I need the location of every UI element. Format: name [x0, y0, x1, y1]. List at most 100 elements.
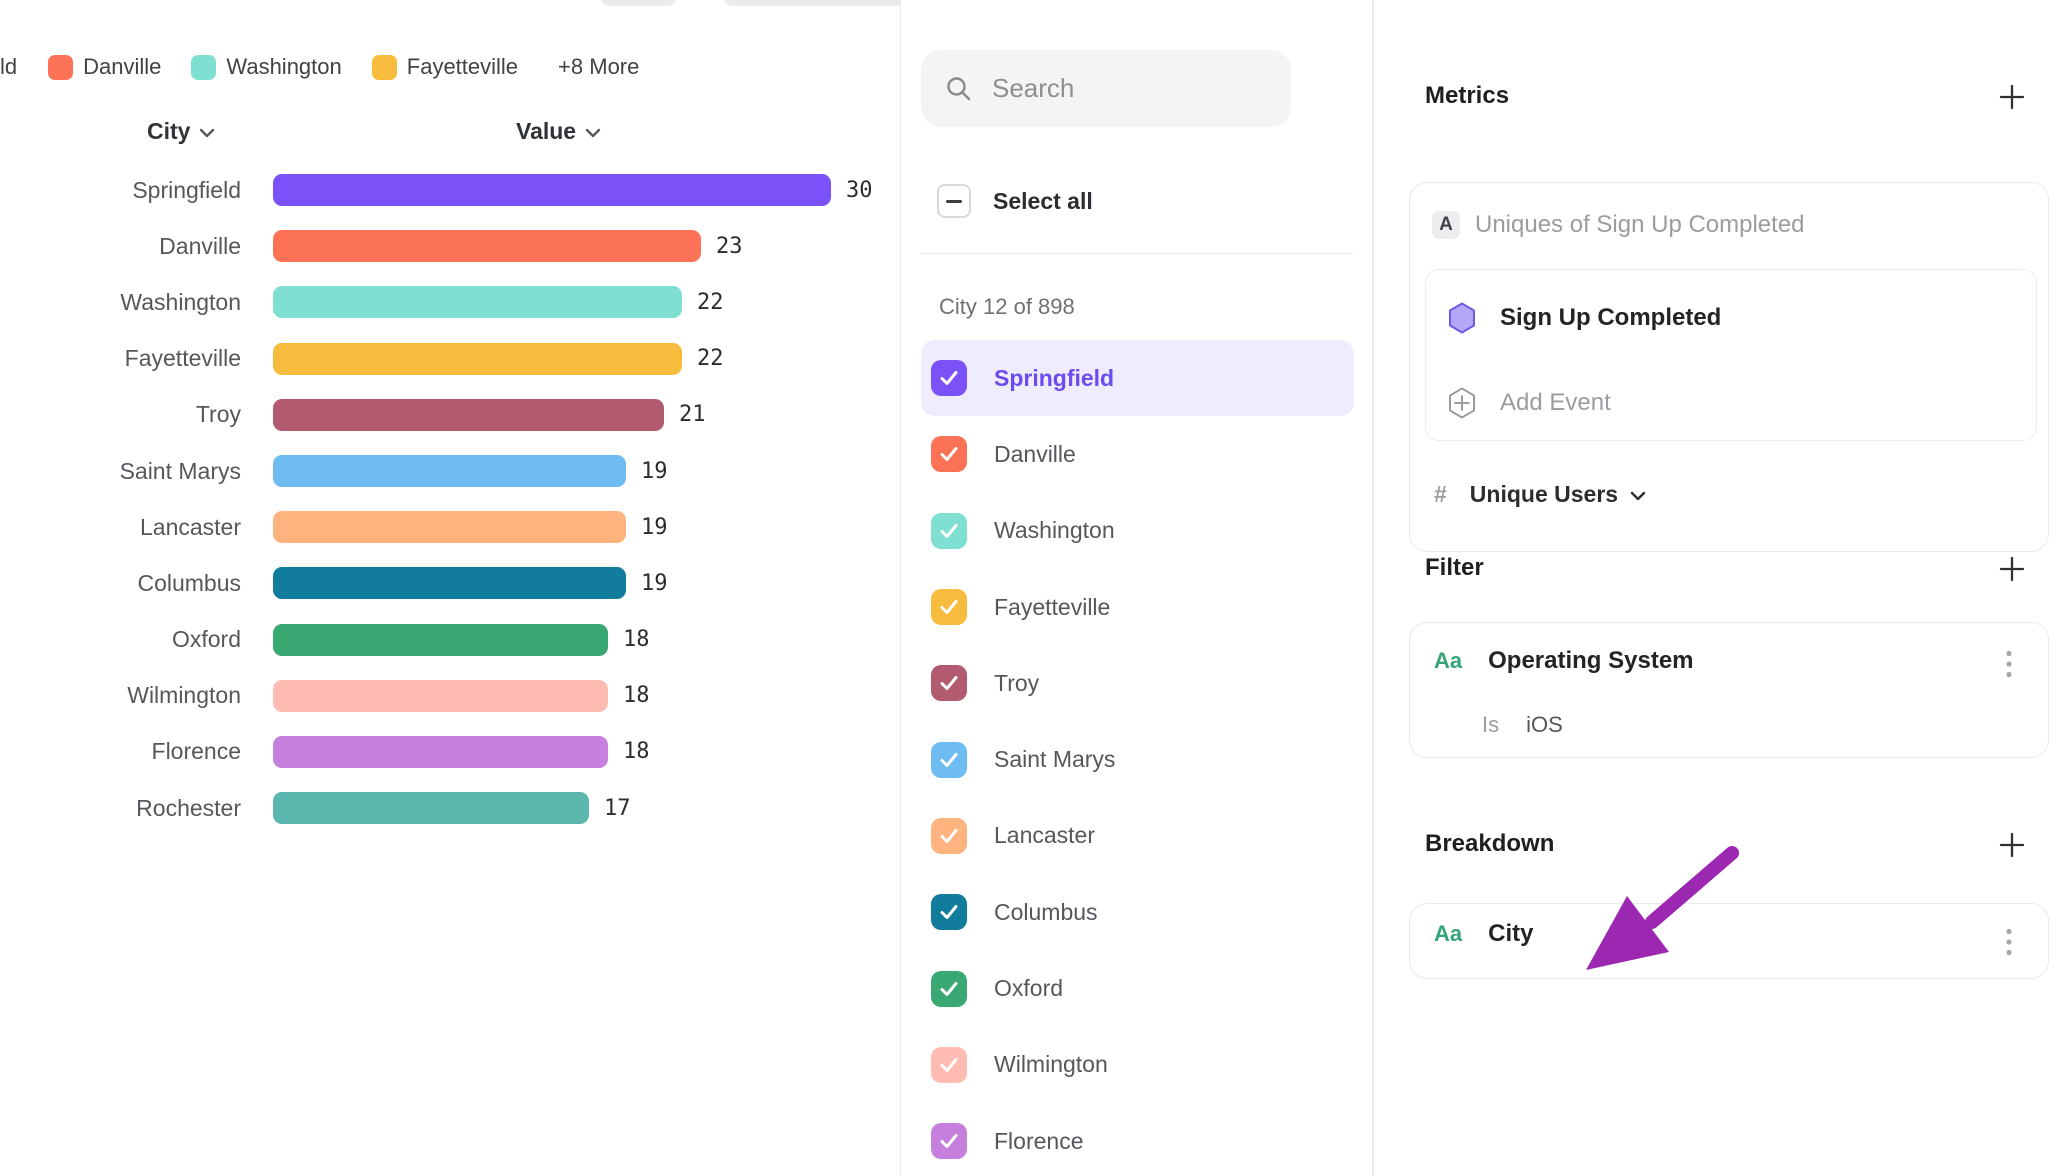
chart-bar[interactable] — [273, 230, 701, 262]
kebab-icon — [2005, 927, 2013, 957]
breakdown-property-name: City — [1488, 920, 1533, 948]
event-name: Sign Up Completed — [1500, 304, 1721, 332]
breakdown-property-row[interactable]: Aa City — [1434, 920, 1533, 948]
list-item[interactable]: Columbus — [921, 874, 1354, 950]
column-header-city[interactable]: City — [147, 118, 215, 145]
search-input[interactable] — [992, 73, 1252, 104]
checked-checkbox[interactable] — [931, 1123, 967, 1159]
checked-checkbox[interactable] — [931, 1047, 967, 1083]
chart-bar-value: 22 — [697, 290, 724, 315]
filter-clause[interactable]: Is iOS — [1482, 712, 1563, 738]
add-breakdown-button[interactable] — [1996, 829, 2028, 861]
chart-row: Fayetteville 22 — [0, 331, 900, 387]
metric-summary-text: Uniques of Sign Up Completed — [1475, 211, 1805, 239]
checked-checkbox[interactable] — [931, 742, 967, 778]
event-row[interactable]: Sign Up Completed — [1448, 298, 1721, 338]
metrics-section-title: Metrics — [1425, 82, 1509, 110]
checked-checkbox[interactable] — [931, 894, 967, 930]
divider — [921, 253, 1354, 254]
chart-row: Danville 23 — [0, 218, 900, 274]
breakdown-options-button[interactable] — [1992, 920, 2026, 964]
chart-row-label: Saint Marys — [0, 458, 241, 485]
text-property-icon: Aa — [1434, 921, 1462, 947]
minus-icon — [946, 200, 962, 203]
check-icon — [938, 749, 960, 771]
measure-label: Unique Users — [1470, 481, 1618, 508]
chart-bar[interactable] — [273, 567, 626, 599]
legend-more-button[interactable]: +8 More — [558, 54, 639, 80]
chart-bar[interactable] — [273, 624, 608, 656]
legend-label: Danville — [83, 54, 161, 80]
checked-checkbox[interactable] — [931, 436, 967, 472]
checked-checkbox[interactable] — [931, 360, 967, 396]
chart-row: Florence 18 — [0, 724, 900, 780]
list-item-label: Danville — [994, 441, 1076, 468]
checked-checkbox[interactable] — [931, 665, 967, 701]
list-item-label: Wilmington — [994, 1051, 1108, 1078]
legend-swatch — [191, 55, 216, 80]
indeterminate-checkbox[interactable] — [937, 184, 971, 218]
chart-row-label: Wilmington — [0, 682, 241, 709]
list-item[interactable]: Wilmington — [921, 1027, 1354, 1103]
add-filter-button[interactable] — [1996, 553, 2028, 585]
list-item[interactable]: Troy — [921, 645, 1354, 721]
chart-bar-value: 18 — [623, 683, 650, 708]
chart-row: Oxford 18 — [0, 612, 900, 668]
filter-options-button[interactable] — [1992, 642, 2026, 686]
chart-bar[interactable] — [273, 455, 626, 487]
check-icon — [938, 443, 960, 465]
chart-bar[interactable] — [273, 343, 682, 375]
chart-row-label: Oxford — [0, 626, 241, 653]
list-item-label: Oxford — [994, 975, 1063, 1002]
measure-selector[interactable]: # Unique Users — [1434, 481, 1646, 508]
add-event-row[interactable]: Add Event — [1448, 383, 1611, 423]
chart-bar[interactable] — [273, 792, 589, 824]
filter-property-row[interactable]: Aa Operating System — [1434, 647, 1694, 675]
chart-row: Wilmington 18 — [0, 668, 900, 724]
checked-checkbox[interactable] — [931, 971, 967, 1007]
chart-row: Springfield 30 — [0, 162, 900, 218]
chart-row-label: Springfield — [0, 177, 241, 204]
add-metric-button[interactable] — [1996, 81, 2028, 113]
checked-checkbox[interactable] — [931, 818, 967, 854]
list-item[interactable]: Fayetteville — [921, 569, 1354, 645]
query-config-panel: Metrics A Uniques of Sign Up Completed S… — [1373, 0, 2064, 1176]
chart-bar[interactable] — [273, 680, 608, 712]
breakdown-section-title: Breakdown — [1425, 830, 1554, 858]
select-all-label: Select all — [993, 188, 1093, 215]
chart-bar[interactable] — [273, 736, 608, 768]
chart-column-headers: City Value — [0, 118, 900, 148]
chart-row-label: Columbus — [0, 570, 241, 597]
checked-checkbox[interactable] — [931, 513, 967, 549]
chart-bar-value: 19 — [641, 515, 668, 540]
list-item[interactable]: Washington — [921, 493, 1354, 569]
legend-swatch — [372, 55, 397, 80]
chart-bar[interactable] — [273, 286, 682, 318]
select-all-toggle[interactable]: Select all — [937, 184, 1093, 218]
chart-bar[interactable] — [273, 174, 831, 206]
breakdown-card: Aa City — [1409, 903, 2049, 979]
check-icon — [938, 1130, 960, 1152]
column-header-city-label: City — [147, 118, 190, 145]
text-property-icon: Aa — [1434, 648, 1462, 674]
metric-letter-badge: A — [1432, 211, 1460, 239]
legend-item: Fayetteville — [372, 54, 518, 80]
list-item[interactable]: Danville — [921, 416, 1354, 492]
search-box[interactable] — [921, 50, 1291, 127]
chart-bar[interactable] — [273, 399, 664, 431]
list-item[interactable]: Lancaster — [921, 798, 1354, 874]
list-item[interactable]: Florence — [921, 1103, 1354, 1176]
city-list: Springfield Danville Washington Fayettev… — [921, 340, 1354, 1176]
list-item[interactable]: Oxford — [921, 950, 1354, 1026]
chart-row-label: Danville — [0, 233, 241, 260]
filter-operator: Is — [1482, 712, 1499, 738]
list-item[interactable]: Saint Marys — [921, 721, 1354, 797]
list-item-label: Washington — [994, 517, 1115, 544]
column-header-value[interactable]: Value — [516, 118, 601, 145]
kebab-icon — [2005, 649, 2013, 679]
list-item[interactable]: Springfield — [921, 340, 1354, 416]
legend-item: Washington — [191, 54, 341, 80]
checked-checkbox[interactable] — [931, 589, 967, 625]
chart-bar[interactable] — [273, 511, 626, 543]
legend-swatch — [48, 55, 73, 80]
